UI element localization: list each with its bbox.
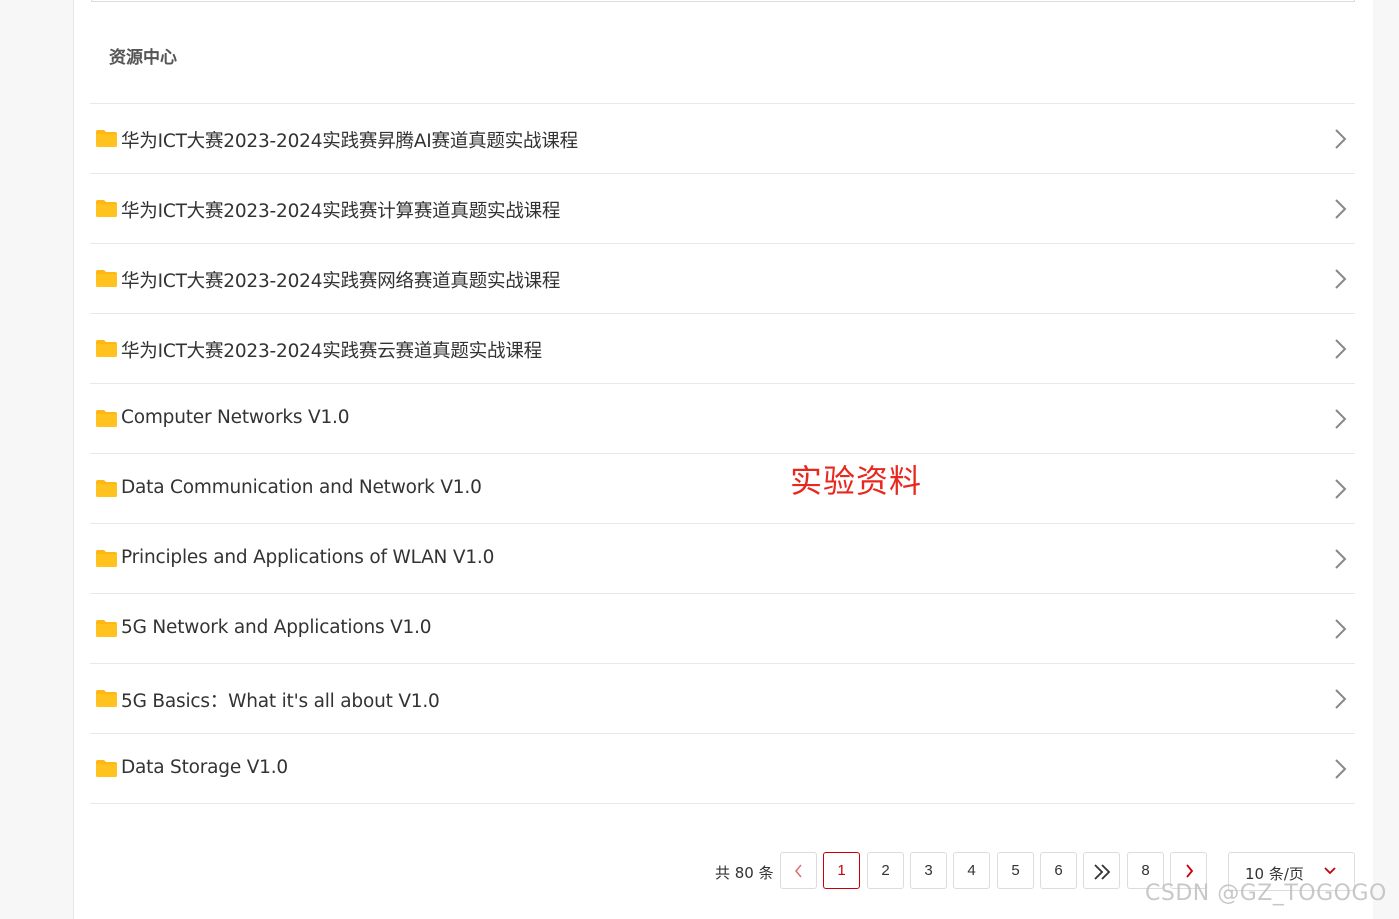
total-count: 共 80 条 xyxy=(715,864,774,882)
resource-list: 华为ICT大赛2023-2024实践赛昇腾AI赛道真题实战课程 华为ICT大赛2… xyxy=(90,103,1355,804)
chevron-right-icon xyxy=(1335,199,1347,219)
top-panel-edge xyxy=(91,0,1355,2)
list-item-label: Computer Networks V1.0 xyxy=(121,407,350,428)
folder-icon xyxy=(96,620,117,637)
list-item[interactable]: Data Communication and Network V1.0 xyxy=(90,454,1355,524)
list-item[interactable]: 华为ICT大赛2023-2024实践赛网络赛道真题实战课程 xyxy=(90,244,1355,314)
page-button-5[interactable]: 5 xyxy=(997,852,1034,889)
section-title: 资源中心 xyxy=(109,48,177,68)
jump-forward-button[interactable] xyxy=(1083,852,1120,889)
list-item-label: 华为ICT大赛2023-2024实践赛昇腾AI赛道真题实战课程 xyxy=(121,131,578,152)
page: 资源中心 华为ICT大赛2023-2024实践赛昇腾AI赛道真题实战课程 华为I… xyxy=(0,0,1399,919)
folder-icon xyxy=(96,410,117,427)
list-item[interactable]: 华为ICT大赛2023-2024实践赛计算赛道真题实战课程 xyxy=(90,174,1355,244)
right-gutter xyxy=(1373,0,1399,919)
list-item[interactable]: Principles and Applications of WLAN V1.0 xyxy=(90,524,1355,594)
chevron-right-icon xyxy=(1335,479,1347,499)
page-button-2[interactable]: 2 xyxy=(867,852,904,889)
folder-icon xyxy=(96,270,117,287)
list-item-label: Data Storage V1.0 xyxy=(121,757,288,778)
list-item-label: Data Communication and Network V1.0 xyxy=(121,477,482,498)
chevron-left-icon xyxy=(794,864,802,878)
list-item-label: 5G Network and Applications V1.0 xyxy=(121,617,432,638)
folder-icon xyxy=(96,130,117,147)
chevron-right-icon xyxy=(1335,129,1347,149)
annotation-text: 实验资料 xyxy=(790,462,923,500)
page-button-6[interactable]: 6 xyxy=(1040,852,1077,889)
prev-page-button[interactable] xyxy=(780,852,817,889)
list-item[interactable]: 5G Basics：What it's all about V1.0 xyxy=(90,664,1355,734)
folder-icon xyxy=(96,480,117,497)
folder-icon xyxy=(96,690,117,707)
watermark: CSDN @GZ_TOGOGO xyxy=(1145,881,1387,906)
chevron-right-icon xyxy=(1185,864,1193,878)
folder-icon xyxy=(96,760,117,777)
chevron-down-icon xyxy=(1324,867,1336,875)
folder-icon xyxy=(96,340,117,357)
page-button-1[interactable]: 1 xyxy=(823,852,860,889)
chevron-right-icon xyxy=(1335,339,1347,359)
list-item[interactable]: 华为ICT大赛2023-2024实践赛云赛道真题实战课程 xyxy=(90,314,1355,384)
list-item-label: 华为ICT大赛2023-2024实践赛计算赛道真题实战课程 xyxy=(121,201,561,222)
chevron-right-icon xyxy=(1335,759,1347,779)
page-button-3[interactable]: 3 xyxy=(910,852,947,889)
chevron-right-icon xyxy=(1335,409,1347,429)
folder-icon xyxy=(96,550,117,567)
folder-icon xyxy=(96,200,117,217)
list-item-label: 5G Basics：What it's all about V1.0 xyxy=(121,691,440,712)
list-item[interactable]: Data Storage V1.0 xyxy=(90,734,1355,804)
list-item-label: Principles and Applications of WLAN V1.0 xyxy=(121,547,495,568)
chevron-right-icon xyxy=(1335,549,1347,569)
chevron-right-icon xyxy=(1335,689,1347,709)
chevron-right-icon xyxy=(1335,269,1347,289)
list-item-label: 华为ICT大赛2023-2024实践赛网络赛道真题实战课程 xyxy=(121,271,561,292)
list-item[interactable]: 华为ICT大赛2023-2024实践赛昇腾AI赛道真题实战课程 xyxy=(90,104,1355,174)
content-card: 资源中心 华为ICT大赛2023-2024实践赛昇腾AI赛道真题实战课程 华为I… xyxy=(73,0,1374,919)
chevron-right-icon xyxy=(1335,619,1347,639)
list-item-label: 华为ICT大赛2023-2024实践赛云赛道真题实战课程 xyxy=(121,341,542,362)
page-button-4[interactable]: 4 xyxy=(953,852,990,889)
list-item[interactable]: 5G Network and Applications V1.0 xyxy=(90,594,1355,664)
list-item[interactable]: Computer Networks V1.0 xyxy=(90,384,1355,454)
double-chevron-right-icon xyxy=(1093,864,1110,880)
